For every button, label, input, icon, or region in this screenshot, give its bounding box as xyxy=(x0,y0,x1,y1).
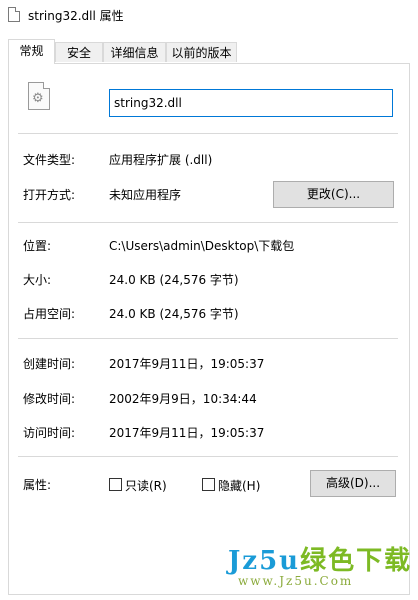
disk-size-value: 24.0 KB (24,576 字节) xyxy=(109,307,239,321)
open-with-value: 未知应用程序 xyxy=(109,188,182,202)
accessed-label: 访问时间: xyxy=(23,426,76,440)
file-icon xyxy=(8,7,20,22)
separator xyxy=(18,338,398,339)
file-type-value: 应用程序扩展 (.dll) xyxy=(109,153,213,167)
size-label: 大小: xyxy=(23,273,52,287)
disk-size-label: 占用空间: xyxy=(23,307,76,321)
watermark-url: www.Jz5u.Com xyxy=(238,574,354,588)
tab-general[interactable]: 常规 xyxy=(8,39,55,64)
separator xyxy=(18,456,398,457)
hidden-label[interactable]: 隐藏(H) xyxy=(218,477,260,494)
advanced-button[interactable]: 高级(D)... xyxy=(310,470,396,497)
file-name-input[interactable] xyxy=(109,89,393,117)
file-type-label: 文件类型: xyxy=(23,153,76,167)
modified-label: 修改时间: xyxy=(23,392,76,406)
title-bar: string32.dll 属性 xyxy=(0,0,418,30)
change-button[interactable]: 更改(C)... xyxy=(273,181,394,208)
watermark-logo: Jz5u绿色下载 www.Jz5u.Com xyxy=(228,540,418,600)
location-value: C:\Users\admin\Desktop\下载包 xyxy=(109,239,295,253)
hidden-checkbox[interactable] xyxy=(202,478,215,491)
accessed-value: 2017年9月11日，19:05:37 xyxy=(109,426,265,440)
separator xyxy=(18,222,398,223)
dll-file-icon: ⚙ xyxy=(28,82,50,110)
watermark-text-cjk: 绿色下载 xyxy=(300,546,413,576)
attributes-label: 属性: xyxy=(23,478,52,492)
created-value: 2017年9月11日，19:05:37 xyxy=(109,357,265,371)
modified-value: 2002年9月9日，10:34:44 xyxy=(109,392,257,406)
size-value: 24.0 KB (24,576 字节) xyxy=(109,273,239,287)
tab-security[interactable]: 安全 xyxy=(55,42,103,62)
tab-previous-versions[interactable]: 以前的版本 xyxy=(166,42,237,62)
readonly-checkbox[interactable] xyxy=(109,478,122,491)
open-with-label: 打开方式: xyxy=(23,188,76,202)
separator xyxy=(18,133,398,134)
tab-details[interactable]: 详细信息 xyxy=(103,42,166,62)
created-label: 创建时间: xyxy=(23,357,76,371)
general-panel xyxy=(8,63,410,595)
readonly-label[interactable]: 只读(R) xyxy=(125,477,167,494)
watermark-text-latin: Jz5u xyxy=(228,546,301,576)
window-title: string32.dll 属性 xyxy=(28,9,124,23)
location-label: 位置: xyxy=(23,239,52,253)
